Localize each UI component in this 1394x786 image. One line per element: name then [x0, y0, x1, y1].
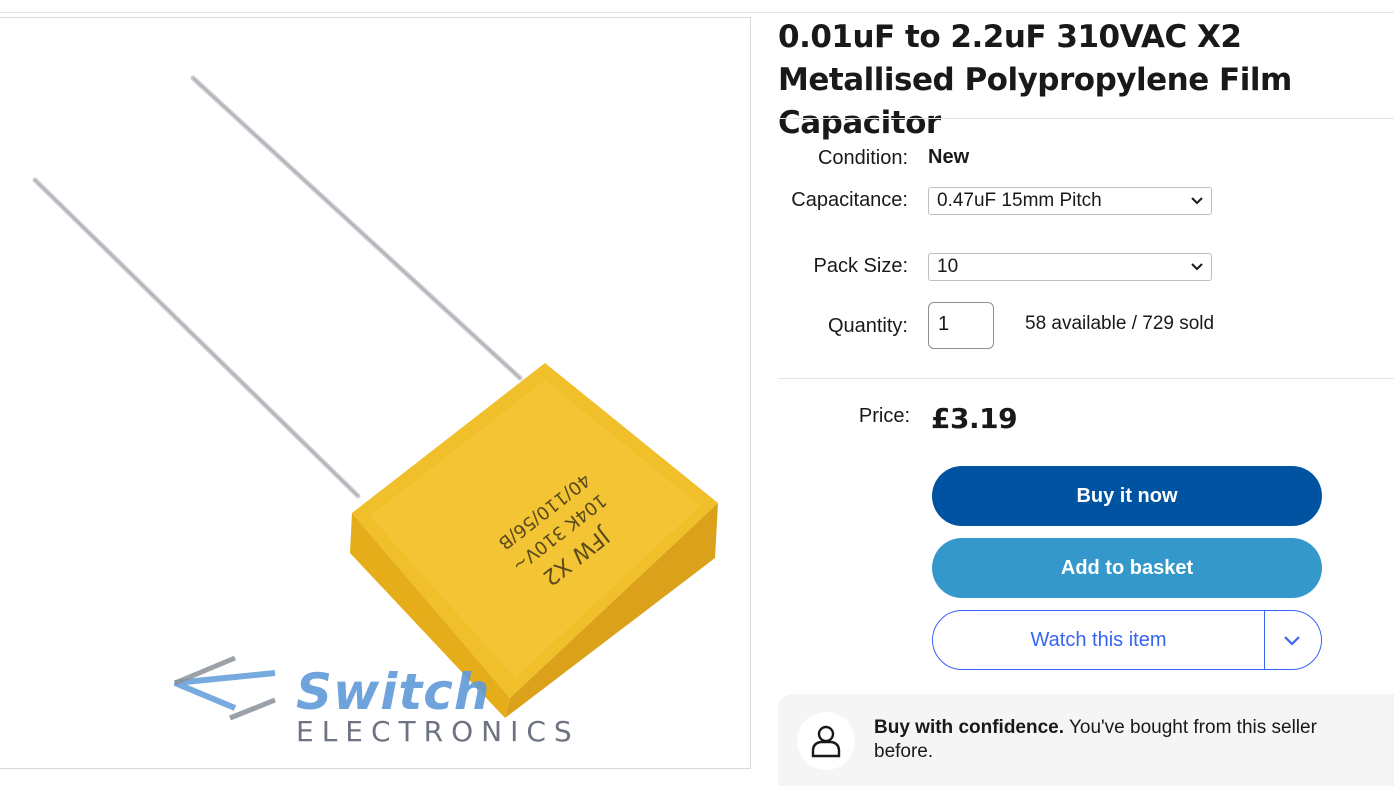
product-title: 0.01uF to 2.2uF 310VAC X2 Metallised Pol…: [778, 19, 1292, 141]
buy-with-confidence-banner: Buy with confidence. You've bought from …: [778, 694, 1394, 786]
brand-subtitle: ELECTRONICS: [296, 715, 580, 748]
brand-name: Switch: [296, 663, 491, 721]
add-to-basket-label: Add to basket: [1060, 556, 1194, 579]
chevron-down-icon: [1191, 263, 1203, 271]
divider: [778, 118, 1394, 119]
watch-label: Watch this item: [1030, 628, 1167, 651]
pack-size-selected: 10: [937, 256, 959, 277]
watch-item-group: Watch this item: [932, 610, 1322, 670]
capacitance-selected: 0.47uF 15mm Pitch: [937, 190, 1102, 211]
availability-text: 58 available / 729 sold: [1025, 313, 1215, 334]
divider: [778, 378, 1394, 379]
pack-size-select[interactable]: 10: [928, 253, 1212, 281]
capacitance-select[interactable]: 0.47uF 15mm Pitch: [928, 187, 1212, 215]
product-image[interactable]: JFW X2 104K 310V~ 40/110/56/B Switch ELE…: [0, 17, 751, 769]
price-label: Price:: [858, 405, 910, 427]
capacitor-illustration: JFW X2 104K 310V~ 40/110/56/B: [32, 75, 718, 721]
chevron-down-icon: [1191, 197, 1203, 205]
quantity-input[interactable]: 1: [928, 302, 994, 349]
watch-this-item-button[interactable]: Watch this item: [933, 611, 1264, 669]
condition-value: New: [928, 146, 970, 168]
top-divider: [0, 12, 1394, 13]
watch-divider: [1264, 611, 1265, 669]
add-to-basket-button[interactable]: Add to basket: [932, 538, 1322, 598]
buy-it-now-button[interactable]: Buy it now: [932, 466, 1322, 526]
person-icon: [811, 725, 841, 758]
quantity-label: Quantity:: [827, 315, 908, 337]
condition-label: Condition:: [817, 147, 908, 169]
confidence-title: Buy with confidence.: [874, 717, 1065, 738]
price-value: £3.19: [931, 402, 1018, 435]
lead-wire-left-shade: [34, 179, 359, 497]
chevron-down-icon[interactable]: [1282, 631, 1302, 651]
confidence-text: Buy with confidence. You've bought from …: [874, 716, 1374, 764]
person-icon-badge: [797, 712, 855, 770]
pack-size-label: Pack Size:: [813, 255, 908, 277]
logo-arrow-gray-2: [229, 697, 276, 721]
lead-wire-right-shade: [192, 77, 521, 379]
buy-it-now-label: Buy it now: [1076, 484, 1178, 507]
capacitance-label: Capacitance:: [791, 189, 908, 211]
